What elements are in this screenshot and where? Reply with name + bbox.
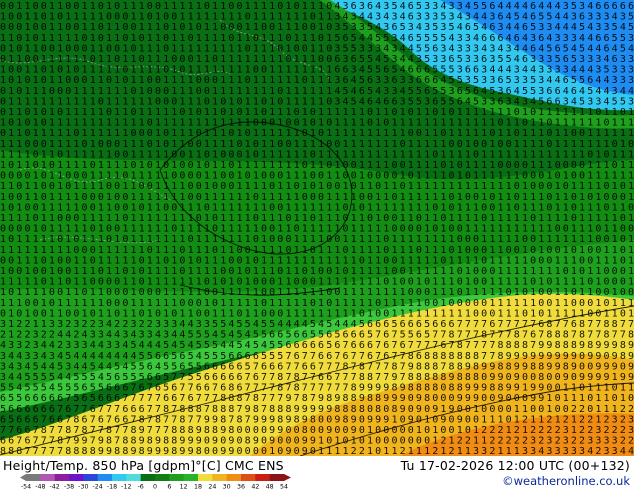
- legend-swatch: [269, 474, 285, 481]
- map-canvas: 0011001100110101110011111011001111010111…: [0, 0, 634, 456]
- legend-swatch: [183, 474, 199, 481]
- legend-swatch: [54, 474, 70, 481]
- legend-swatch: [26, 474, 41, 481]
- legend-tick-label: 12: [180, 484, 188, 490]
- product-title: Height/Temp. 850 hPa [gdpm]°[C] CMC ENS: [3, 458, 284, 473]
- legend-tick-label: -12: [121, 484, 131, 490]
- legend-tick-label: 48: [266, 484, 274, 490]
- legend-tick-label: -48: [35, 484, 45, 490]
- legend-swatch: [140, 474, 156, 481]
- legend-swatch: [83, 474, 98, 481]
- legend-swatch: [97, 474, 113, 481]
- legend-arrow-left: [20, 474, 26, 481]
- legend-tick-label: 54: [280, 484, 288, 490]
- legend-swatch: [126, 474, 141, 481]
- legend-tick-label: -42: [50, 484, 60, 490]
- legend-swatch: [241, 474, 256, 481]
- legend-swatch: [155, 474, 170, 481]
- legend-swatch: [255, 474, 270, 481]
- legend-tick-label: 42: [251, 484, 259, 490]
- legend-tick-label: -6: [138, 484, 144, 490]
- legend-tick-label: 0: [153, 484, 157, 490]
- legend-tick-label: 18: [194, 484, 202, 490]
- legend-tick-label: -54: [21, 484, 31, 490]
- legend-tick-label: 36: [237, 484, 245, 490]
- legend-swatch: [69, 474, 84, 481]
- legend-tick-label: -18: [107, 484, 117, 490]
- legend-swatch: [212, 474, 227, 481]
- footer: Height/Temp. 850 hPa [gdpm]°[C] CMC ENS …: [0, 456, 634, 490]
- valid-time: Tu 17-02-2026 12:00 UTC (00+132): [400, 458, 630, 473]
- legend-swatch: [198, 474, 213, 481]
- legend-tick-label: 30: [223, 484, 231, 490]
- legend-tick-label: 6: [167, 484, 171, 490]
- legend-arrow-right: [284, 474, 291, 481]
- legend-swatch: [40, 474, 55, 481]
- credit-link[interactable]: ©weatheronline.co.uk: [502, 474, 630, 488]
- legend-tick-label: -38: [64, 484, 74, 490]
- legend-tick-label: -24: [93, 484, 103, 490]
- legend-swatch: [112, 474, 127, 481]
- legend-swatch: [169, 474, 184, 481]
- color-legend: -54 -48 -42 -38 -30 -24 -18 -12 -6 0 6 12 18 24 30 36 42…: [20, 474, 291, 490]
- legend-swatch: [226, 474, 242, 481]
- legend-tick-label: -30: [78, 484, 88, 490]
- temperature-map: 0011001100110101110011111011001111010111…: [0, 0, 634, 456]
- legend-tick-label: 24: [208, 484, 216, 490]
